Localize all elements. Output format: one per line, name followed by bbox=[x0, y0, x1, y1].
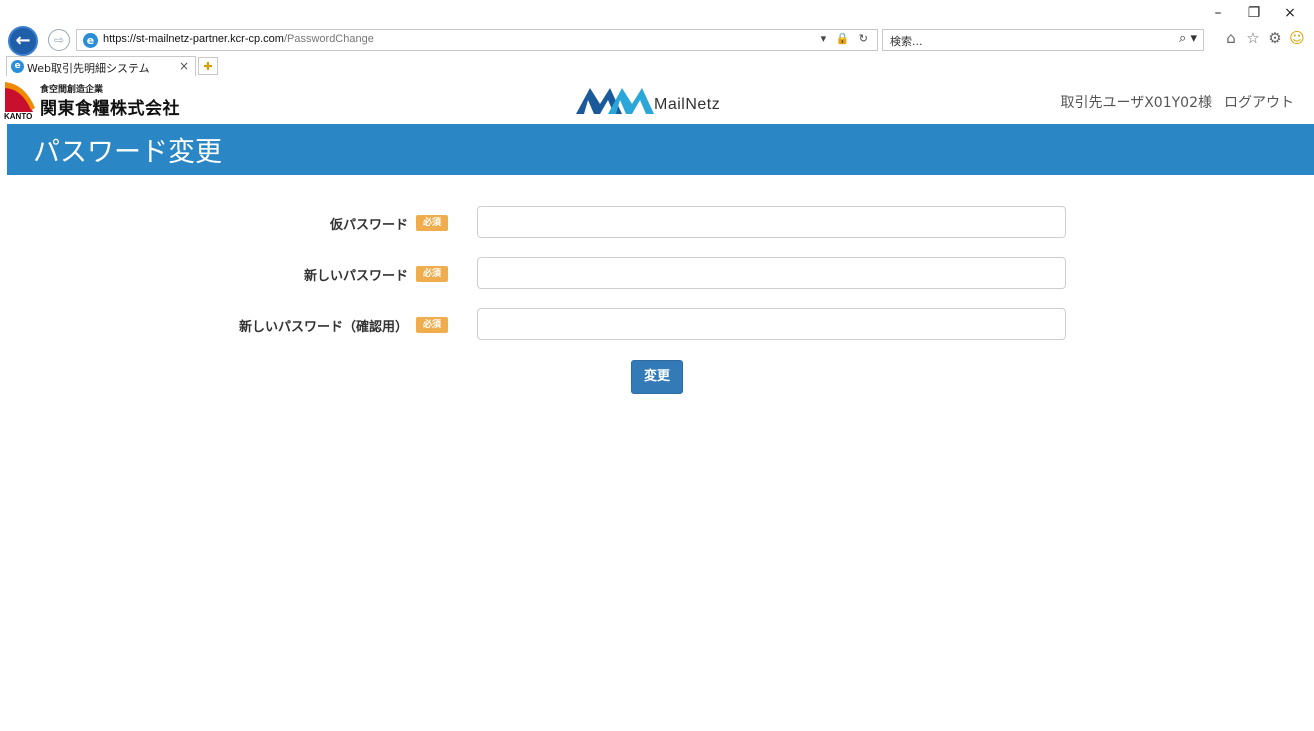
mailnetz-logo: MailNetz bbox=[576, 86, 746, 116]
logout-link[interactable]: ログアウト bbox=[1224, 92, 1294, 112]
site-header: KANTO 食空間創造企業 関東食糧株式会社 MailNetz 取引先ユーザX0… bbox=[0, 78, 1314, 124]
ie-page-icon: e bbox=[83, 33, 98, 48]
required-badge: 必須 bbox=[416, 317, 448, 333]
temp-password-input[interactable] bbox=[477, 206, 1066, 238]
minimize-button[interactable]: – bbox=[1200, 2, 1236, 24]
url-prefix: https://st-mailnetz-partner. bbox=[103, 33, 231, 45]
confirm-password-row: 新しいパスワード（確認用） 必須 bbox=[0, 308, 1314, 342]
favorites-star-icon[interactable]: ☆ bbox=[1244, 28, 1262, 48]
browser-toolbar: ⌂ ☆ ⚙ ☺ bbox=[1222, 28, 1306, 48]
company-name: 関東食糧株式会社 bbox=[40, 99, 180, 119]
tab-close-icon[interactable]: × bbox=[179, 59, 189, 73]
browser-search-box[interactable]: 検索... ⌕ ▾ bbox=[882, 29, 1204, 51]
company-logo-text: KANTO bbox=[4, 112, 33, 121]
url-text[interactable]: https://st-mailnetz-partner.kcr-cp.com/P… bbox=[103, 33, 374, 45]
forward-arrow-icon[interactable]: ⇨ bbox=[48, 29, 70, 51]
user-label: 取引先ユーザX01Y02様 bbox=[1060, 95, 1213, 111]
new-password-label: 新しいパスワード bbox=[303, 269, 408, 284]
search-placeholder: 検索... bbox=[890, 35, 923, 48]
back-arrow-icon[interactable]: ← bbox=[8, 26, 38, 56]
change-password-button[interactable]: 変更 bbox=[631, 360, 683, 394]
close-window-button[interactable]: × bbox=[1272, 2, 1308, 24]
new-password-row: 新しいパスワード 必須 bbox=[0, 257, 1314, 291]
confirm-password-label: 新しいパスワード（確認用） bbox=[238, 320, 408, 335]
url-domain: kcr-cp.com bbox=[230, 33, 284, 45]
new-tab-icon[interactable]: ✚ bbox=[198, 57, 218, 75]
required-badge: 必須 bbox=[416, 266, 448, 282]
temp-password-row: 仮パスワード 必須 bbox=[0, 206, 1314, 240]
home-icon[interactable]: ⌂ bbox=[1222, 28, 1240, 48]
confirm-password-input[interactable] bbox=[477, 308, 1066, 340]
required-badge: 必須 bbox=[416, 215, 448, 231]
browser-tab[interactable]: e Web取引先明細システム × bbox=[6, 56, 196, 76]
page-title-bar: パスワード変更 bbox=[7, 124, 1314, 175]
new-password-input[interactable] bbox=[477, 257, 1066, 289]
window-controls: – ❐ × bbox=[1200, 2, 1308, 24]
feedback-smiley-icon[interactable]: ☺ bbox=[1288, 28, 1306, 48]
mailnetz-mark-icon bbox=[576, 88, 654, 114]
settings-gear-icon[interactable]: ⚙ bbox=[1266, 28, 1284, 48]
browser-chrome: – ❐ × ← ⇨ e https://st-mailnetz-partner.… bbox=[0, 0, 1314, 78]
page-title: パスワード変更 bbox=[33, 137, 222, 168]
restore-button[interactable]: ❐ bbox=[1236, 2, 1272, 24]
temp-password-label: 仮パスワード bbox=[329, 218, 408, 233]
url-path: /PasswordChange bbox=[283, 33, 374, 45]
search-icon[interactable]: ⌕ ▾ bbox=[1179, 31, 1197, 46]
ie-tab-icon: e bbox=[11, 60, 24, 73]
tab-title: Web取引先明細システム bbox=[27, 62, 150, 75]
user-area: 取引先ユーザX01Y02様 ログアウト bbox=[1061, 92, 1295, 112]
address-tools-icons[interactable]: ▾ 🔒 ↻ bbox=[821, 32, 871, 45]
brand-name: MailNetz bbox=[654, 96, 721, 113]
address-bar[interactable]: e https://st-mailnetz-partner.kcr-cp.com… bbox=[76, 29, 878, 51]
